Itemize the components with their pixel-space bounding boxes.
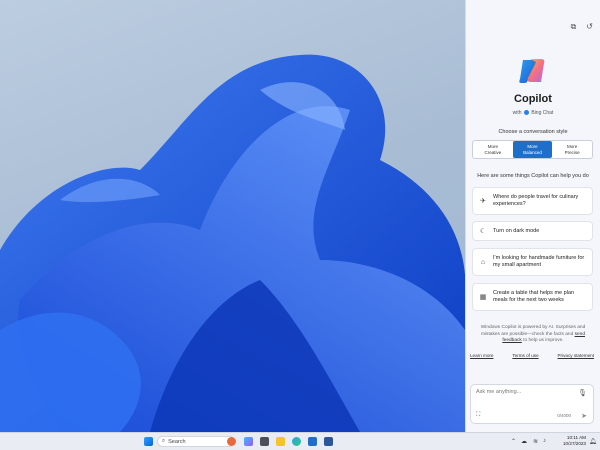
privacy-statement-link[interactable]: Privacy statement bbox=[557, 353, 594, 358]
chevron-up-icon[interactable]: ⌃ bbox=[511, 438, 516, 445]
edge-icon[interactable] bbox=[292, 437, 301, 446]
suggestion-text: Turn on dark mode bbox=[493, 227, 540, 234]
suggestion-card-meal-plan[interactable]: ▦ Create a table that helps me plan meal… bbox=[472, 283, 593, 311]
ai-disclaimer: Windows Copilot is powered by AI. Surpri… bbox=[480, 325, 586, 343]
taskbar-clock[interactable]: 10:11 AM 10/27/2023 bbox=[556, 435, 586, 447]
search-label: Search bbox=[168, 438, 186, 445]
airplane-icon: ✈ bbox=[480, 198, 486, 205]
image-upload-icon[interactable]: ⛶ bbox=[476, 412, 480, 419]
notification-bell-icon[interactable]: 🔔︎ bbox=[589, 438, 597, 445]
pane-toolbar: ⧉ ↺ bbox=[569, 22, 594, 31]
volume-icon[interactable]: ♪ bbox=[543, 438, 546, 444]
ask-box: 🎙︎ ⛶ 0/4000 ➤ bbox=[470, 384, 594, 424]
moon-icon: ☾ bbox=[479, 228, 487, 235]
conversation-style-selector: More Creative More Balanced More Precise bbox=[472, 140, 593, 159]
suggestion-text: Create a table that helps me plan meals … bbox=[493, 290, 575, 303]
widgets-icon[interactable] bbox=[227, 437, 236, 446]
suggestion-card-culinary[interactable]: ✈ Where do people travel for culinary ex… bbox=[472, 187, 593, 215]
settings-icon[interactable] bbox=[324, 437, 333, 446]
taskbar: ⌕ Search ⌃ ☁ ≋ ♪ 10:11 AM 10/27/2023 🔔︎ bbox=[0, 432, 600, 450]
style-precise-button[interactable]: More Precise bbox=[552, 141, 592, 158]
help-label: Here are some things Copilot can help yo… bbox=[477, 173, 589, 179]
tag-icon: ⌂ bbox=[480, 258, 486, 266]
suggestion-card-furniture[interactable]: ⌂ I'm looking for handmade furniture for… bbox=[472, 248, 593, 276]
footer-links: Learn more Terms of use Privacy statemen… bbox=[470, 353, 594, 358]
copilot-logo-icon bbox=[519, 59, 545, 83]
table-icon: ▦ bbox=[479, 294, 487, 301]
task-view-icon[interactable] bbox=[260, 437, 269, 446]
suggestion-card-dark-mode[interactable]: ☾ Turn on dark mode bbox=[472, 221, 593, 241]
subtitle-prefix: with bbox=[512, 110, 522, 116]
microphone-icon[interactable]: 🎙︎ bbox=[578, 389, 587, 397]
ask-input[interactable] bbox=[476, 389, 576, 395]
learn-more-link[interactable]: Learn more bbox=[470, 353, 494, 358]
style-balanced-button[interactable]: More Balanced bbox=[512, 141, 553, 158]
suggestion-text: I'm looking for handmade furniture for m… bbox=[493, 255, 585, 268]
windows-start-icon[interactable] bbox=[144, 437, 153, 446]
conversation-style-label: Choose a conversation style bbox=[498, 129, 568, 135]
taskbar-search[interactable]: ⌕ Search bbox=[157, 436, 235, 447]
copilot-pane: ⧉ ↺ Copilot with Bing Chat Choose a conv… bbox=[465, 0, 600, 432]
clock-date: 10/27/2023 bbox=[563, 441, 586, 446]
subtitle-brand: Bing Chat bbox=[531, 110, 554, 116]
store-icon[interactable] bbox=[308, 437, 317, 446]
bloom-wallpaper bbox=[0, 54, 465, 432]
open-in-edge-icon[interactable]: ⧉ bbox=[569, 22, 578, 31]
wifi-icon[interactable]: ≋ bbox=[533, 438, 538, 445]
copilot-subtitle: with Bing Chat bbox=[466, 110, 600, 116]
bing-icon bbox=[523, 110, 529, 116]
suggestion-text: Where do people travel for culinary expe… bbox=[493, 194, 579, 207]
style-creative-button[interactable]: More Creative bbox=[473, 141, 513, 158]
cloud-icon[interactable]: ☁ bbox=[521, 438, 527, 445]
file-explorer-icon[interactable] bbox=[276, 437, 285, 446]
char-counter: 0/4000 bbox=[557, 413, 571, 418]
send-icon[interactable]: ➤ bbox=[581, 412, 587, 420]
copilot-taskbar-icon[interactable] bbox=[244, 437, 253, 446]
history-icon[interactable]: ↺ bbox=[585, 22, 594, 31]
copilot-title: Copilot bbox=[514, 93, 552, 105]
search-icon: ⌕ bbox=[162, 438, 166, 444]
terms-of-use-link[interactable]: Terms of use bbox=[512, 353, 538, 358]
